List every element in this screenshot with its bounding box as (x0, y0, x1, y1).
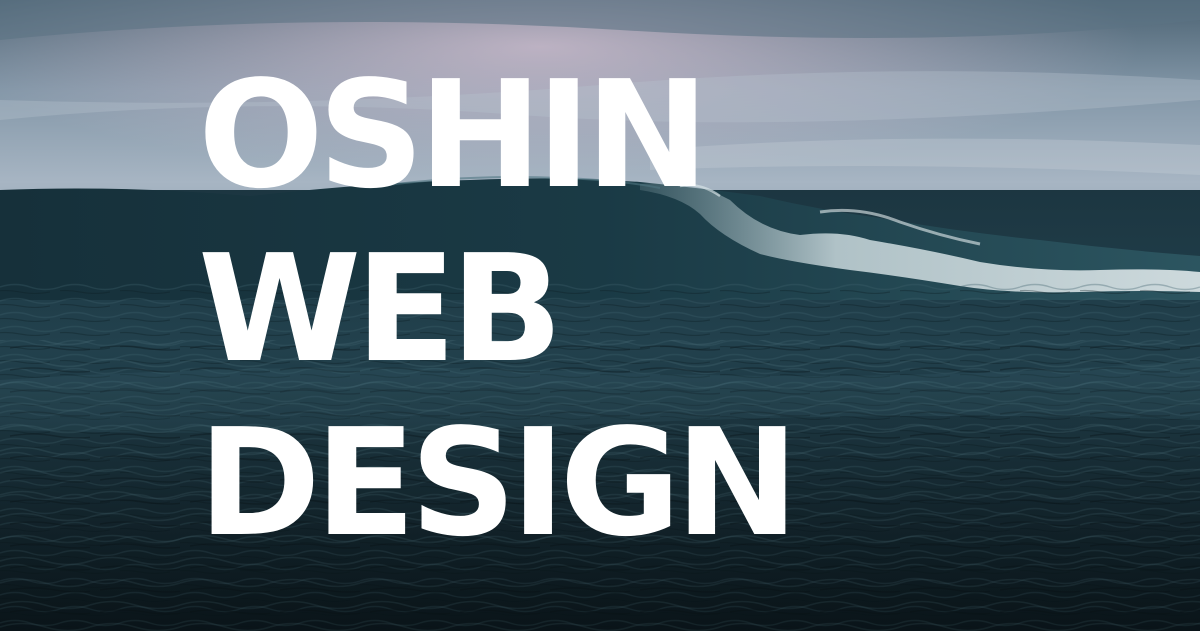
hero-title-line-3: DESIGN (198, 397, 799, 569)
hero-banner: OSHIN WEB DESIGN (0, 0, 1200, 631)
hero-title-line-2: WEB (198, 223, 563, 395)
hero-title: OSHIN WEB DESIGN (198, 48, 799, 570)
hero-title-line-1: OSHIN (198, 49, 709, 221)
